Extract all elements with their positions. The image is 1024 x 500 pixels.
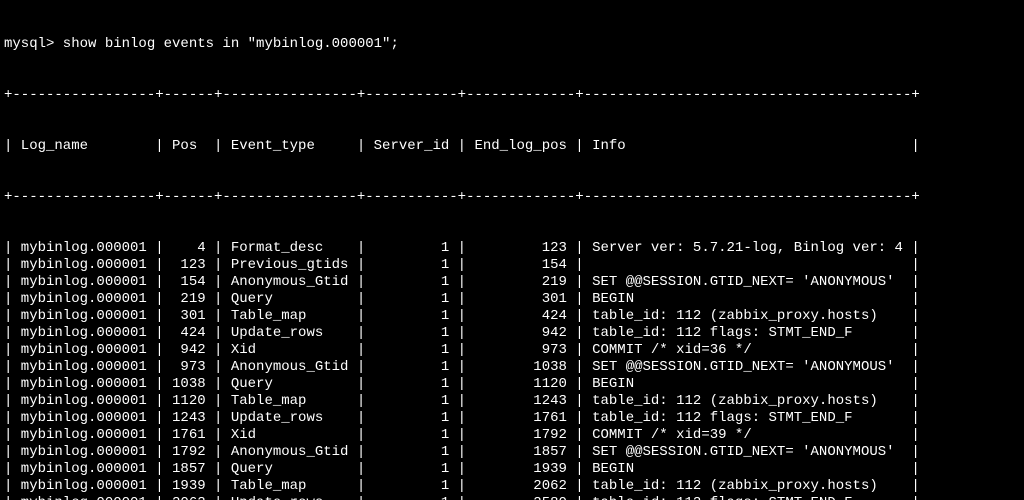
- table-row: | mybinlog.000001 | 1857 | Query | 1 | 1…: [4, 461, 1020, 478]
- table-row: | mybinlog.000001 | 973 | Anonymous_Gtid…: [4, 359, 1020, 376]
- table-row: | mybinlog.000001 | 1939 | Table_map | 1…: [4, 478, 1020, 495]
- table-row: | mybinlog.000001 | 219 | Query | 1 | 30…: [4, 291, 1020, 308]
- table-row: | mybinlog.000001 | 1243 | Update_rows |…: [4, 410, 1020, 427]
- table-row: | mybinlog.000001 | 424 | Update_rows | …: [4, 325, 1020, 342]
- table-body: | mybinlog.000001 | 4 | Format_desc | 1 …: [4, 240, 1020, 500]
- table-row: | mybinlog.000001 | 1761 | Xid | 1 | 179…: [4, 427, 1020, 444]
- table-row: | mybinlog.000001 | 1038 | Query | 1 | 1…: [4, 376, 1020, 393]
- table-row: | mybinlog.000001 | 4 | Format_desc | 1 …: [4, 240, 1020, 257]
- table-row: | mybinlog.000001 | 123 | Previous_gtids…: [4, 257, 1020, 274]
- table-border-header: +-----------------+------+--------------…: [4, 189, 1020, 206]
- table-border-top: +-----------------+------+--------------…: [4, 87, 1020, 104]
- table-row: | mybinlog.000001 | 1120 | Table_map | 1…: [4, 393, 1020, 410]
- mysql-terminal[interactable]: mysql> show binlog events in "mybinlog.0…: [0, 0, 1024, 500]
- table-row: | mybinlog.000001 | 942 | Xid | 1 | 973 …: [4, 342, 1020, 359]
- table-row: | mybinlog.000001 | 2062 | Update_rows |…: [4, 495, 1020, 500]
- table-row: | mybinlog.000001 | 301 | Table_map | 1 …: [4, 308, 1020, 325]
- table-header: | Log_name | Pos | Event_type | Server_i…: [4, 138, 1020, 155]
- table-row: | mybinlog.000001 | 154 | Anonymous_Gtid…: [4, 274, 1020, 291]
- prompt-line: mysql> show binlog events in "mybinlog.0…: [4, 36, 1020, 53]
- table-row: | mybinlog.000001 | 1792 | Anonymous_Gti…: [4, 444, 1020, 461]
